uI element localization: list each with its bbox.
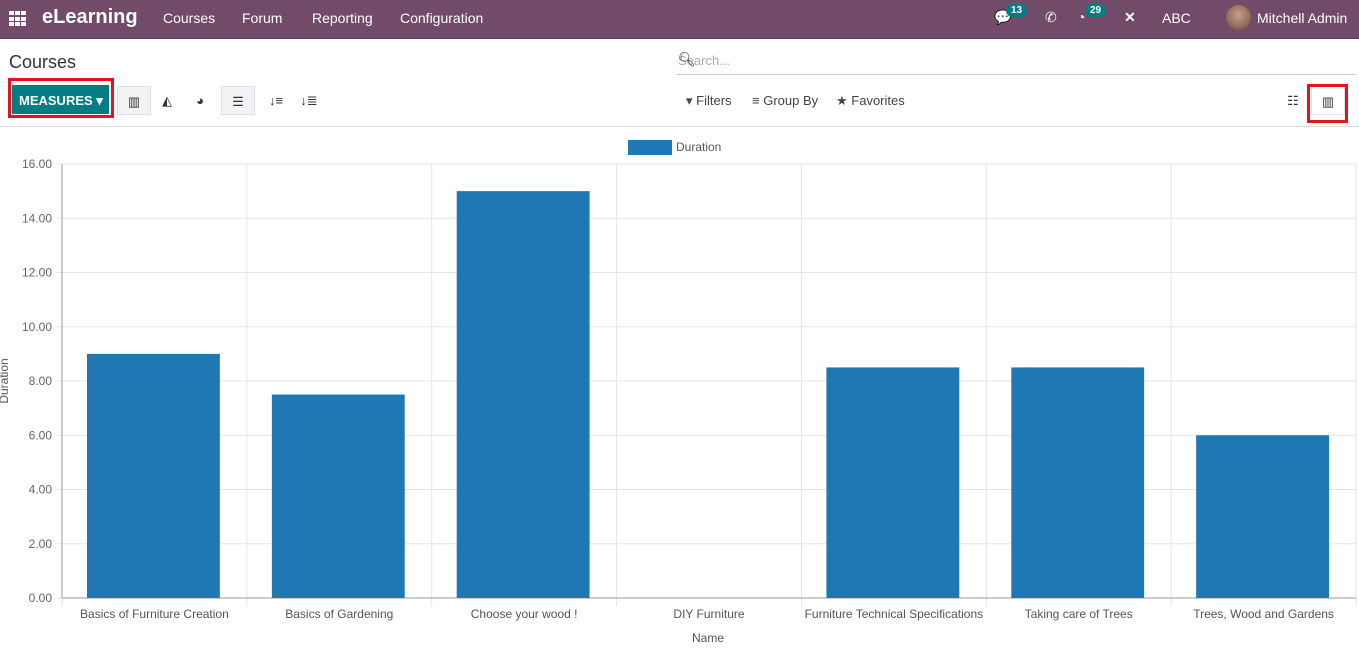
menu-configuration[interactable]: Configuration bbox=[400, 10, 483, 26]
bar-chart: 0.00 2.00 4.00 6.00 8.00 10.00 12.00 14.00 16.00… bbox=[0, 140, 1357, 645]
y-tick-label: 2.00 bbox=[29, 537, 53, 551]
y-tick-label: 16.00 bbox=[22, 157, 52, 171]
activities-badge: 29 bbox=[1085, 4, 1107, 17]
list-view-icon[interactable]: ☷ bbox=[1276, 86, 1310, 115]
x-axis-title: Name bbox=[692, 631, 724, 645]
bar bbox=[1011, 367, 1145, 598]
x-tick-label: Basics of Gardening bbox=[285, 607, 393, 621]
group-by-button[interactable]: ≡ Group By bbox=[752, 93, 818, 108]
favorites-button[interactable]: ★ Favorites bbox=[836, 93, 905, 109]
y-tick-label: 8.00 bbox=[29, 374, 53, 388]
line-chart-icon[interactable]: ◭ bbox=[150, 86, 184, 115]
legend-swatch bbox=[628, 140, 672, 155]
user-menu[interactable]: Mitchell Admin bbox=[1257, 10, 1347, 26]
x-tick-label: DIY Furniture bbox=[673, 607, 744, 621]
menu-reporting[interactable]: Reporting bbox=[312, 10, 373, 26]
phone-icon[interactable]: ✆ bbox=[1045, 9, 1057, 26]
x-tick-label: Taking care of Trees bbox=[1025, 607, 1133, 621]
messages-badge: 13 bbox=[1006, 4, 1028, 17]
x-tick-label: Trees, Wood and Gardens bbox=[1193, 607, 1334, 621]
tools-icon[interactable]: ✕ bbox=[1124, 9, 1136, 26]
bar bbox=[87, 353, 220, 598]
y-tick-label: 10.00 bbox=[22, 320, 52, 334]
sort-descending-icon[interactable]: ↓≡ bbox=[259, 86, 293, 115]
bar bbox=[826, 367, 960, 598]
x-tick-label: Furniture Technical Specifications bbox=[805, 607, 984, 621]
sort-ascending-icon[interactable]: ↓≣ bbox=[292, 86, 326, 115]
page-title: Courses bbox=[9, 52, 77, 72]
pie-chart-icon[interactable]: ◕ bbox=[183, 86, 217, 115]
y-tick-label: 6.00 bbox=[29, 428, 53, 442]
top-navbar: eLearning Courses Forum Reporting Config… bbox=[0, 0, 1359, 39]
highlight-box bbox=[1307, 84, 1348, 123]
search-input[interactable]: Search... 🔍︎ bbox=[676, 46, 1356, 75]
menu-forum[interactable]: Forum bbox=[242, 10, 282, 26]
search-icon[interactable]: 🔍︎ bbox=[678, 51, 1346, 68]
stacked-icon[interactable]: ☰ bbox=[221, 86, 255, 115]
bar bbox=[271, 394, 405, 598]
x-tick-label: Choose your wood ! bbox=[471, 607, 578, 621]
y-axis-title: Duration bbox=[0, 358, 11, 403]
bar bbox=[456, 191, 590, 598]
bar bbox=[1196, 435, 1329, 598]
filters-button[interactable]: ▾ Filters bbox=[686, 93, 732, 109]
bar-chart-icon[interactable]: ▥ bbox=[117, 86, 151, 115]
app-brand[interactable]: eLearning bbox=[42, 6, 138, 29]
y-tick-label: 14.00 bbox=[22, 211, 52, 225]
y-tick-label: 0.00 bbox=[29, 591, 53, 605]
y-tick-label: 12.00 bbox=[22, 266, 52, 280]
avatar[interactable] bbox=[1226, 5, 1251, 30]
apps-menu-icon[interactable] bbox=[9, 11, 26, 27]
y-tick-label: 4.00 bbox=[29, 483, 53, 497]
menu-courses[interactable]: Courses bbox=[163, 10, 215, 26]
legend-label: Duration bbox=[676, 140, 721, 154]
highlight-box bbox=[8, 78, 114, 118]
x-tick-label: Basics of Furniture Creation bbox=[80, 607, 229, 621]
company-switcher[interactable]: ABC bbox=[1162, 10, 1191, 26]
